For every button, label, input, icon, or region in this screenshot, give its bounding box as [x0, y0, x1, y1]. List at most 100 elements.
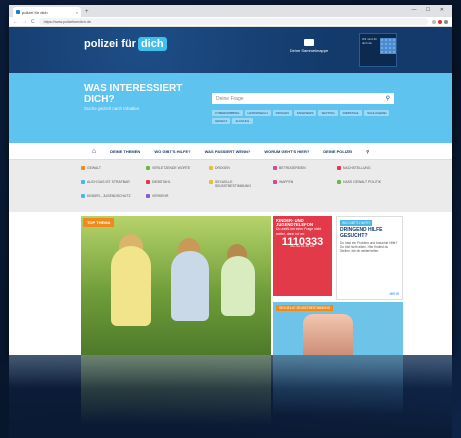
category-item[interactable]: GEWALT — [81, 166, 141, 170]
search-placeholder: Deine Frage — [216, 95, 244, 102]
tag-item[interactable]: DROGEN — [272, 110, 292, 116]
search-icon[interactable]: ⚲ — [386, 95, 390, 102]
tag-item[interactable]: SCHLÄGEREI — [364, 110, 390, 116]
close-tab-icon[interactable]: × — [76, 10, 78, 15]
category-icon — [146, 166, 150, 170]
tag-item[interactable]: ALKOHOL — [232, 118, 253, 124]
category-label: VERKEHR — [152, 194, 169, 198]
hotline-card[interactable]: KINDER- UND JUGENDTELEFON Du weißt bei e… — [273, 216, 332, 296]
category-icon — [273, 180, 277, 184]
nav-item-worum[interactable]: WORUM GEHT'S HIER? — [264, 149, 309, 154]
category-label: HASS GEWALT POLITIK — [343, 180, 381, 184]
category-icon — [209, 180, 213, 184]
category-icon — [209, 166, 213, 170]
card-label: SEXUELLE SELBSTBESTIMMUNG — [276, 305, 334, 311]
girl-figure — [111, 246, 151, 326]
tab-title: polizei für dich — [22, 9, 48, 15]
category-icon — [337, 166, 341, 170]
window-controls[interactable]: — ☐ ✕ — [412, 7, 448, 13]
desktop-background: polizei für dich × + — ☐ ✕ ← → C https:/… — [0, 0, 461, 438]
category-item[interactable]: VERLETZENDE WORTE — [146, 166, 206, 170]
browser-tab[interactable]: polizei für dich × — [13, 7, 81, 17]
tag-list: CYBERMOBBING HATESPEECH DROGEN FAKENEWS … — [212, 110, 402, 124]
new-tab-button[interactable]: + — [85, 9, 89, 15]
forward-button[interactable]: → — [22, 19, 27, 25]
category-label: VERLETZENDE WORTE — [152, 166, 191, 170]
nav-search-icon[interactable]: ⚲ — [366, 149, 369, 154]
logo-text: polizei für — [84, 38, 136, 50]
category-item[interactable]: HASS GEWALT POLITIK — [337, 180, 397, 184]
category-icon — [146, 194, 150, 198]
category-label: AUCH DAS IST STRAFBAR — [87, 180, 130, 184]
extension-icon[interactable] — [432, 19, 436, 24]
tag-item[interactable]: HATESPEECH — [244, 110, 271, 116]
help-label: WO GIBT'S HILFE? — [340, 220, 373, 226]
extension-icon[interactable] — [438, 19, 442, 24]
reload-button[interactable]: C — [31, 19, 35, 25]
address-bar: ← → C https://www.polizeifuerdich.de — [9, 17, 452, 27]
partner-badge[interactable]: Wir sind für dich da — [359, 33, 397, 67]
sammelmappe-link[interactable]: Deine Sammelmappe — [289, 39, 329, 53]
category-item[interactable]: KINDER-, JUGENDSCHUTZ — [81, 194, 141, 198]
category-icon — [81, 166, 85, 170]
tab-bar: polizei für dich × + — ☐ ✕ — [9, 5, 452, 17]
hero-title: WAS INTERESSIERT DICH? — [84, 83, 183, 105]
category-icon — [146, 180, 150, 184]
help-more-link[interactable]: MEHR — [390, 292, 399, 296]
category-item[interactable]: BETRÜGEREIEN — [273, 166, 333, 170]
category-item[interactable]: WAFFEN — [273, 180, 333, 184]
category-item[interactable]: VERKEHR — [146, 194, 206, 198]
folder-icon — [304, 39, 314, 46]
category-item[interactable]: NACHSTELLUNG — [337, 166, 397, 170]
category-icon — [273, 166, 277, 170]
nav-item-themen[interactable]: DEINE THEMEN — [110, 149, 140, 154]
top-thema-label: TOP THEMA — [83, 218, 115, 227]
category-item[interactable]: DIEBSTAHL — [146, 180, 206, 184]
tag-item[interactable]: FAKENEWS — [293, 110, 317, 116]
main-navigation: ⌂ DEINE THEMEN WO GIBT'S HILFE? WAS PASS… — [9, 143, 452, 160]
badge-logo-icon — [380, 38, 396, 54]
home-icon[interactable]: ⌂ — [92, 148, 96, 155]
card-image — [303, 314, 353, 355]
back-button[interactable]: ← — [13, 19, 18, 25]
category-icon — [81, 194, 85, 198]
extension-icons — [432, 19, 448, 24]
help-title: DRINGEND HILFE GESUCHT? — [340, 227, 383, 239]
category-icon — [337, 180, 341, 184]
url-field[interactable]: https://www.polizeifuerdich.de — [38, 18, 428, 25]
category-item[interactable]: DROGEN — [209, 166, 269, 170]
badge-text: Wir sind für dich da — [362, 37, 378, 45]
category-label: SEXUELLE SELBSTBESTIMMUNG — [215, 180, 251, 188]
site-logo[interactable]: polizei für dich — [84, 37, 167, 51]
sammelmappe-label: Deine Sammelmappe — [289, 48, 329, 53]
help-card[interactable]: WO GIBT'S HILFE? DRINGEND HILFE GESUCHT?… — [336, 216, 403, 300]
search-input[interactable]: Deine Frage ⚲ — [212, 93, 394, 104]
hero-subtitle: Suche gezielt nach Inhalten — [84, 106, 140, 111]
nav-item-was-passiert[interactable]: WAS PASSIERT WENN? — [205, 149, 251, 154]
category-label: DIEBSTAHL — [152, 180, 171, 184]
category-item[interactable]: SEXUELLE SELBSTBESTIMMUNG — [209, 180, 269, 188]
website: polizei für dich Deine Sammelmappe Wir s… — [9, 27, 452, 355]
reflection-card — [273, 355, 403, 415]
site-header: polizei für dich Deine Sammelmappe Wir s… — [9, 27, 452, 73]
category-label: DROGEN — [215, 166, 230, 170]
tag-item[interactable]: DIEBSTAHL — [339, 110, 363, 116]
help-text: Du hast ein Problem und brauchst Hilfe? … — [340, 241, 398, 253]
selbstbestimmung-card[interactable]: SEXUELLE SELBSTBESTIMMUNG — [273, 302, 403, 355]
featured-image[interactable] — [81, 216, 271, 355]
category-item[interactable]: AUCH DAS IST STRAFBAR — [81, 180, 141, 184]
tag-item[interactable]: SEXTING — [318, 110, 338, 116]
nav-item-polizei[interactable]: DEINE POLIZEI — [323, 149, 352, 154]
logo-highlight: dich — [137, 37, 167, 51]
menu-icon[interactable] — [444, 19, 448, 24]
category-label: KINDER-, JUGENDSCHUTZ — [87, 194, 131, 198]
girl-figure — [171, 251, 209, 321]
tag-item[interactable]: CYBERMOBBING — [212, 110, 243, 116]
category-label: BETRÜGEREIEN — [279, 166, 306, 170]
hotline-text: Du weißt bei einer Frage nicht weiter, d… — [276, 227, 322, 236]
nav-item-hilfe[interactable]: WO GIBT'S HILFE? — [154, 149, 190, 154]
tag-item[interactable]: GEWALT — [212, 118, 231, 124]
reflection-image — [81, 355, 271, 425]
content-area: TOP THEMA KINDER- UND JUGENDTELEFON Du w… — [9, 212, 452, 355]
search-hero: WAS INTERESSIERT DICH? Suche gezielt nac… — [9, 73, 452, 143]
